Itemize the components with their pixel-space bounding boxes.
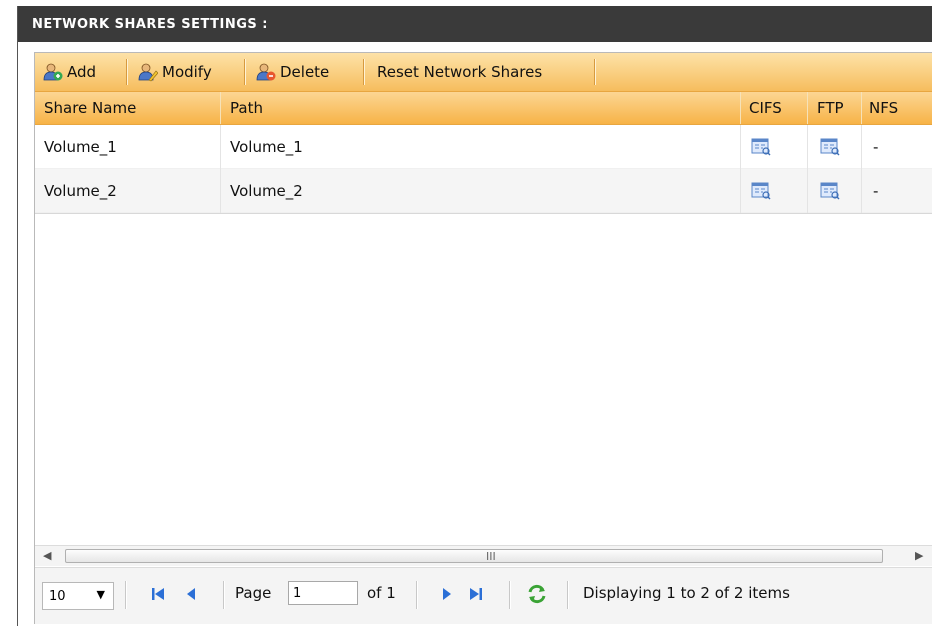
column-divider — [807, 125, 808, 213]
details-icon — [751, 182, 771, 199]
toolbar-divider — [594, 59, 595, 85]
modify-button[interactable]: Modify — [138, 53, 212, 91]
table-header: Share Name Path CIFS FTP NFS — [35, 92, 932, 125]
share-name-cell: Volume_1 — [44, 137, 117, 156]
toolbar-divider — [363, 59, 364, 85]
table-row[interactable]: Volume_2 Volume_2 - — [35, 169, 932, 213]
pager-divider — [416, 581, 417, 609]
cifs-cell[interactable] — [751, 125, 771, 168]
column-divider — [861, 125, 862, 213]
pager-divider — [567, 581, 568, 609]
edit-user-icon — [138, 63, 158, 82]
add-button[interactable]: Add — [43, 53, 96, 91]
horizontal-scrollbar[interactable]: ◀ III ▶ — [35, 545, 932, 566]
last-page-icon[interactable] — [468, 586, 484, 602]
ftp-cell[interactable] — [820, 125, 840, 168]
delete-button-label: Delete — [280, 63, 330, 81]
chevron-down-icon: ▼ — [96, 588, 105, 601]
modify-button-label: Modify — [162, 63, 212, 81]
scroll-left-arrow-icon[interactable]: ◀ — [43, 549, 51, 562]
reset-network-shares-button[interactable]: Reset Network Shares — [377, 53, 542, 91]
panel-title: NETWORK SHARES SETTINGS : — [32, 17, 268, 32]
toolbar-divider — [126, 59, 127, 85]
panel-title-bar: NETWORK SHARES SETTINGS : — [18, 6, 932, 42]
page-size-value: 10 — [49, 588, 66, 604]
path-cell: Volume_2 — [230, 181, 303, 200]
column-header-cifs[interactable]: CIFS — [749, 92, 782, 124]
ftp-cell[interactable] — [820, 169, 840, 212]
column-divider — [861, 92, 862, 124]
rows-bottom-border — [35, 213, 932, 214]
column-header-path[interactable]: Path — [230, 92, 263, 124]
column-divider — [220, 125, 221, 213]
column-header-nfs[interactable]: NFS — [869, 92, 898, 124]
pager-status: Displaying 1 to 2 of 2 items — [583, 584, 790, 602]
scrollbar-thumb[interactable]: III — [65, 549, 883, 563]
pagination-bar: 10 ▼ Page of 1 — [35, 567, 932, 624]
column-header-share-name[interactable]: Share Name — [44, 92, 136, 124]
nfs-cell: - — [873, 181, 879, 200]
details-icon — [751, 138, 771, 155]
pager-divider — [125, 581, 126, 609]
network-shares-panel: NETWORK SHARES SETTINGS : Add Modify Del… — [17, 6, 932, 626]
cifs-cell[interactable] — [751, 169, 771, 212]
shares-grid: Add Modify Delete Reset Network Shares S… — [34, 52, 932, 624]
scroll-right-arrow-icon[interactable]: ▶ — [915, 549, 923, 562]
path-cell: Volume_1 — [230, 137, 303, 156]
page-number-input[interactable] — [288, 581, 358, 605]
column-divider — [807, 92, 808, 124]
refresh-icon[interactable] — [527, 584, 547, 604]
details-icon — [820, 138, 840, 155]
previous-page-icon[interactable] — [183, 586, 199, 602]
column-divider — [220, 92, 221, 124]
page-size-select[interactable]: 10 ▼ — [42, 582, 114, 610]
add-button-label: Add — [67, 63, 97, 81]
table-row[interactable]: Volume_1 Volume_1 - — [35, 125, 932, 169]
pager-divider — [223, 581, 224, 609]
scrollbar-grip: III — [486, 550, 496, 563]
column-divider — [740, 92, 741, 124]
nfs-cell: - — [873, 137, 879, 156]
delete-user-icon — [256, 63, 276, 81]
page-label: Page — [235, 584, 272, 602]
grid-toolbar: Add Modify Delete Reset Network Shares — [35, 53, 932, 92]
column-header-ftp[interactable]: FTP — [817, 92, 844, 124]
next-page-icon[interactable] — [439, 586, 455, 602]
reset-button-label: Reset Network Shares — [377, 63, 543, 81]
pager-divider — [509, 581, 510, 609]
add-user-icon — [43, 63, 63, 81]
delete-button[interactable]: Delete — [256, 53, 329, 91]
toolbar-divider — [244, 59, 245, 85]
first-page-icon[interactable] — [150, 586, 166, 602]
details-icon — [820, 182, 840, 199]
share-name-cell: Volume_2 — [44, 181, 117, 200]
page-count-label: of 1 — [367, 584, 396, 602]
column-divider — [740, 125, 741, 213]
